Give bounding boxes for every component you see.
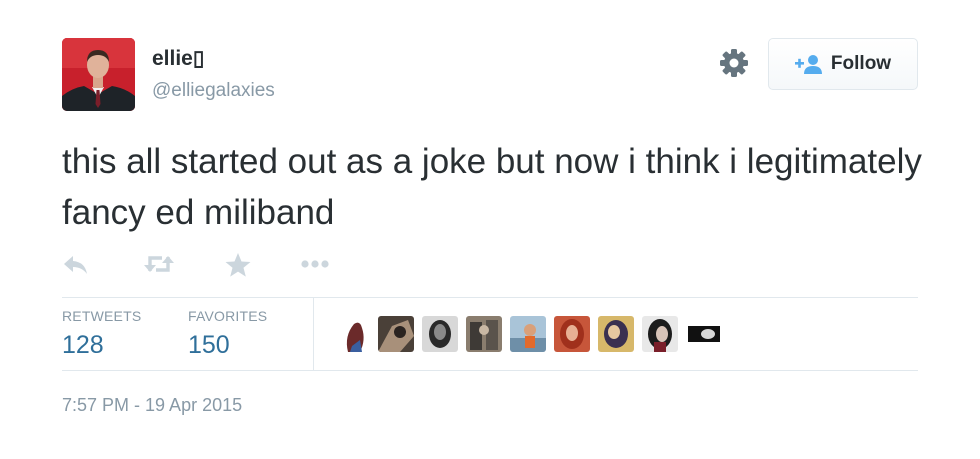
stats-top-divider: [62, 297, 918, 298]
favoriter-avatar[interactable]: [510, 316, 546, 352]
favoriter-avatar[interactable]: [598, 316, 634, 352]
avatar-photo: [62, 38, 135, 111]
reply-icon[interactable]: [62, 252, 90, 281]
favoriter-avatar[interactable]: [642, 316, 678, 352]
tweet-timestamp[interactable]: 7:57 PM - 19 Apr 2015: [62, 395, 242, 416]
retweet-icon[interactable]: [142, 252, 176, 281]
follow-label: Follow: [830, 53, 892, 74]
stats-vertical-divider: [313, 298, 314, 370]
favorite-star-icon[interactable]: [225, 252, 251, 283]
retweets-label[interactable]: RETWEETS: [62, 308, 141, 324]
user-handle[interactable]: @elliegalaxies: [152, 80, 275, 102]
tweet-text: this all started out as a joke but now i…: [62, 142, 922, 232]
more-dots-icon[interactable]: [300, 256, 332, 277]
favoriter-avatar[interactable]: [554, 316, 590, 352]
retweets-count[interactable]: 128: [62, 331, 104, 360]
follow-button[interactable]: Follow: [768, 38, 918, 90]
gear-icon[interactable]: [719, 48, 749, 78]
add-person-icon: [794, 55, 822, 74]
favoriter-avatar[interactable]: [686, 316, 722, 352]
user-display-name[interactable]: ellie▯: [152, 46, 204, 71]
favorites-label[interactable]: FAVORITES: [188, 308, 267, 324]
favoriter-avatar[interactable]: [338, 316, 374, 352]
favoriter-avatar[interactable]: [422, 316, 458, 352]
user-avatar[interactable]: [62, 38, 135, 111]
stats-bottom-divider: [62, 370, 918, 371]
favoriter-avatar[interactable]: [466, 316, 502, 352]
favoriter-avatar[interactable]: [378, 316, 414, 352]
favorites-count[interactable]: 150: [188, 331, 230, 360]
